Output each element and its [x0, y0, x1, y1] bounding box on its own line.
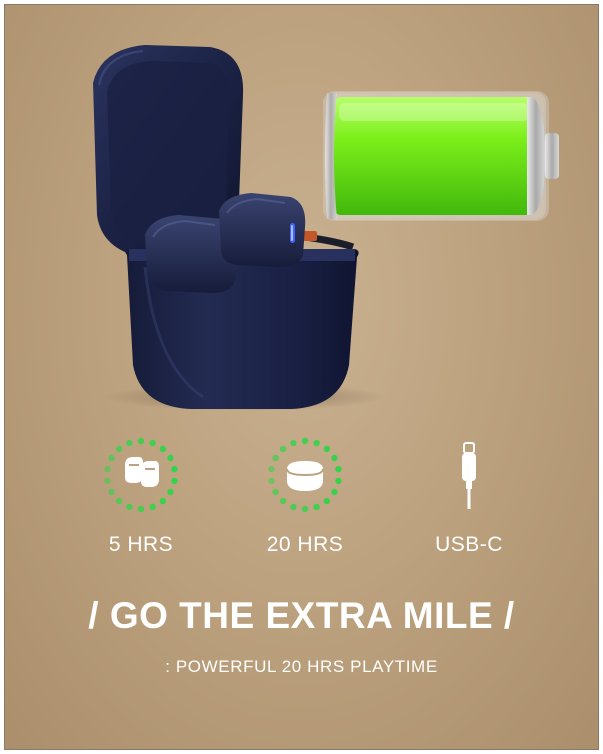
feature-earbuds: 5 HRS	[71, 435, 211, 557]
feature-earbuds-label: 5 HRS	[108, 533, 174, 556]
usb-c-cable-icon	[429, 435, 509, 515]
earbuds-icon	[101, 435, 181, 515]
product-hero	[93, 45, 559, 411]
feature-charging-case-label: 20 HRS	[266, 533, 344, 556]
promo-banner: 5 HRS 20 HRS USB-C / GO THE EXTRA MILE /…	[4, 4, 599, 750]
feature-usb-c: USB-C	[399, 435, 539, 557]
battery-full-icon	[323, 91, 559, 221]
battery-terminal	[545, 133, 559, 179]
feature-charging-case: 20 HRS	[235, 435, 375, 557]
feature-usb-c-label: USB-C	[435, 533, 503, 556]
headline: / GO THE EXTRA MILE /	[88, 595, 515, 636]
feature-row: 5 HRS 20 HRS USB-C	[5, 435, 598, 575]
subheadline: : POWERFUL 20 HRS PLAYTIME	[165, 657, 438, 676]
charging-case-icon	[265, 435, 345, 515]
earbud-right	[219, 193, 306, 267]
